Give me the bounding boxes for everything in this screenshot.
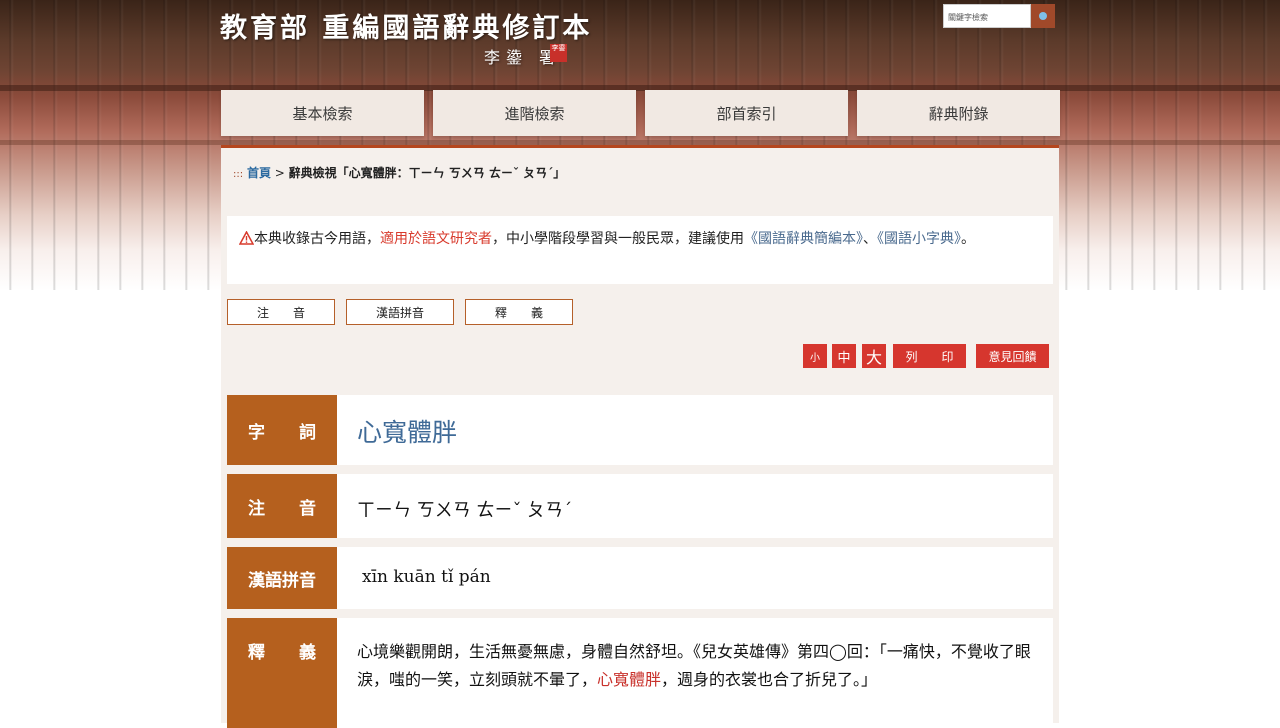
tab-pinyin[interactable]: 漢語拼音 xyxy=(346,299,454,325)
entry-zhuyin: ㄒㄧㄣ ㄎㄨㄢ ㄊㄧˇ ㄆㄢˊ xyxy=(357,500,573,521)
notice-text: 。 xyxy=(961,231,975,247)
breadcrumb: ::: 首頁 > 辭典檢視「心寬體胖：ㄒㄧㄣ ㄎㄨㄢ ㄊㄧˇ ㄆㄢˊ」 xyxy=(233,164,565,181)
notice-separator: 、 xyxy=(863,231,877,247)
entry-word: 心寬體胖 xyxy=(357,418,458,447)
small-dictionary-link[interactable]: 《國語小字典》 xyxy=(877,231,961,247)
usage-notice: 本典收錄古今用語，適用於語文研究者，中小學階段學習與一般民眾，建議使用《國語辭典… xyxy=(227,216,1053,284)
seal-stamp: 李鍌 xyxy=(550,44,567,62)
entry-definition: 心境樂觀開朗，生活無憂無慮，身體自然舒坦。《兒女英雄傳》第四◯回：「一痛快，不覺… xyxy=(357,638,1037,694)
site-title[interactable]: 教育部 重編國語辭典修訂本 xyxy=(220,6,592,44)
nav-basic-search[interactable]: 基本檢索 xyxy=(221,90,424,136)
nav-radical-index[interactable]: 部首索引 xyxy=(645,90,848,136)
tab-zhuyin[interactable]: 注 音 xyxy=(227,299,335,325)
notice-warning-text: 適用於語文研究者 xyxy=(380,231,492,247)
print-button[interactable]: 列 印 xyxy=(893,344,966,368)
breadcrumb-home-link[interactable]: 首頁 xyxy=(247,166,271,180)
word-label: 字 詞 xyxy=(227,395,337,465)
zhuyin-label: 注 音 xyxy=(227,474,337,538)
font-large-button[interactable]: 大 xyxy=(862,344,886,368)
feedback-button[interactable]: 意見回饋 xyxy=(976,344,1049,368)
search-button[interactable] xyxy=(1031,4,1055,28)
breadcrumb-separator: > xyxy=(274,166,285,180)
notice-text: 本典收錄古今用語， xyxy=(254,231,380,247)
nav-advanced-search[interactable]: 進階檢索 xyxy=(433,90,636,136)
main-content: ::: 首頁 > 辭典檢視「心寬體胖：ㄒㄧㄣ ㄎㄨㄢ ㄊㄧˇ ㄆㄢˊ」 本典收錄… xyxy=(221,145,1059,728)
definition-highlight: 心寬體胖 xyxy=(597,670,662,689)
tab-definition[interactable]: 釋 義 xyxy=(465,299,573,325)
search-icon xyxy=(1039,12,1047,20)
main-nav: 基本檢索 進階檢索 部首索引 辭典附錄 xyxy=(221,90,1060,136)
entry-pinyin-row: 漢語拼音 xīn kuān tǐ pán xyxy=(227,547,1053,609)
warning-icon xyxy=(238,230,255,245)
pinyin-label: 漢語拼音 xyxy=(227,547,337,609)
entry-pinyin: xīn kuān tǐ pán xyxy=(362,567,491,587)
definition-text: ，週身的衣裳也合了折兒了。」 xyxy=(661,670,878,689)
definition-label: 釋 義 xyxy=(227,618,337,728)
font-small-button[interactable]: 小 xyxy=(803,344,827,368)
font-medium-button[interactable]: 中 xyxy=(832,344,856,368)
breadcrumb-marker: ::: xyxy=(233,169,244,180)
search-input[interactable]: 關鍵字檢索 xyxy=(943,4,1031,28)
breadcrumb-current: 辭典檢視「心寬體胖：ㄒㄧㄣ ㄎㄨㄢ ㄊㄧˇ ㄆㄢˊ」 xyxy=(288,166,566,180)
concise-dictionary-link[interactable]: 《國語辭典簡編本》 xyxy=(744,231,863,247)
nav-appendix[interactable]: 辭典附錄 xyxy=(857,90,1060,136)
entry-definition-row: 釋 義 心境樂觀開朗，生活無憂無慮，身體自然舒坦。《兒女英雄傳》第四◯回：「一痛… xyxy=(227,618,1053,728)
entry-word-row: 字 詞 心寬體胖 xyxy=(227,395,1053,465)
notice-text: ，中小學階段學習與一般民眾，建議使用 xyxy=(492,231,744,247)
entry-zhuyin-row: 注 音 ㄒㄧㄣ ㄎㄨㄢ ㄊㄧˇ ㄆㄢˊ xyxy=(227,474,1053,538)
